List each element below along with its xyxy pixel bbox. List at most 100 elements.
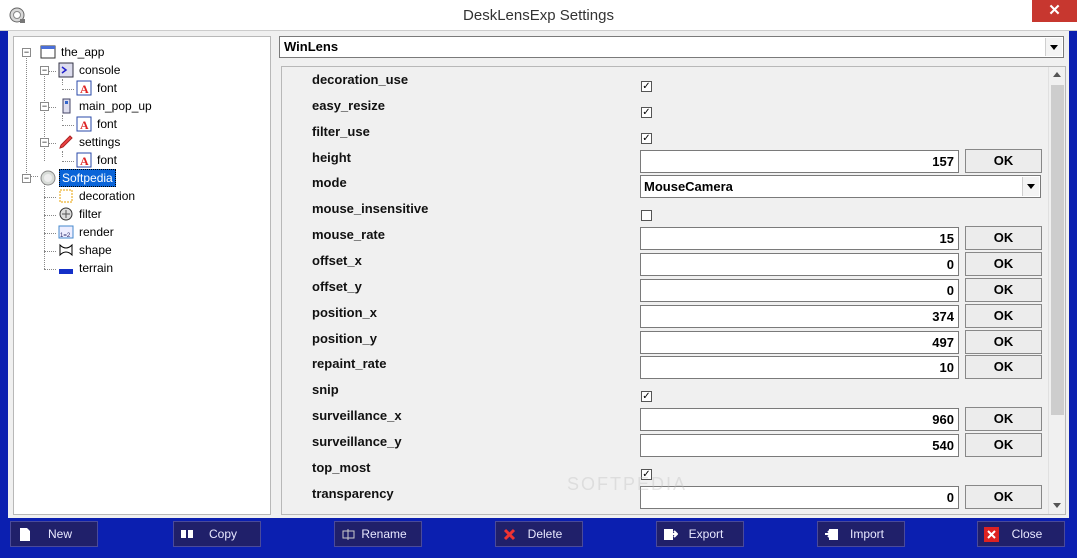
svg-text:1=2: 1=2: [60, 233, 71, 239]
close-button-label: Close: [1011, 527, 1043, 541]
import-icon: [825, 529, 838, 540]
tree-connector: [62, 151, 63, 157]
filter-icon: [59, 207, 73, 221]
tree-expander[interactable]: −: [40, 102, 49, 111]
property-checkbox[interactable]: ✓: [641, 132, 652, 144]
property-checkbox[interactable]: ✓: [641, 391, 652, 403]
tree-item-label: font: [97, 153, 118, 167]
property-name: mouse_rate: [312, 227, 385, 243]
chevron-down-icon[interactable]: [1022, 177, 1039, 197]
property-value-input[interactable]: 15: [640, 227, 959, 251]
ok-button[interactable]: OK: [965, 407, 1042, 432]
tree-expander[interactable]: −: [40, 138, 49, 147]
property-row-position-y: position_y 497 OK: [282, 329, 1048, 356]
property-row-offset-x: offset_x 0 OK: [282, 251, 1048, 278]
property-name: position_x: [312, 304, 378, 320]
scroll-down-icon[interactable]: [1053, 503, 1061, 508]
import-button[interactable]: Import: [817, 521, 905, 547]
tree-connector: [62, 125, 74, 126]
property-select-value: MouseCamera: [644, 179, 733, 195]
property-value-input[interactable]: 497: [640, 330, 959, 354]
svg-text:A: A: [80, 82, 89, 96]
class-select[interactable]: WinLens: [279, 36, 1064, 58]
property-value-input[interactable]: 0: [640, 252, 959, 276]
property-checkbox[interactable]: [641, 210, 652, 222]
ok-button[interactable]: OK: [965, 303, 1042, 328]
delete-button[interactable]: Delete: [495, 521, 583, 547]
delete-button-label: Delete: [527, 527, 563, 541]
scroll-up-icon[interactable]: [1053, 72, 1061, 77]
property-value-input[interactable]: 157: [640, 149, 959, 173]
new-button[interactable]: New: [10, 521, 98, 547]
font-icon: A: [76, 152, 92, 168]
tree-item[interactable]: console: [58, 61, 122, 79]
property-row-repaint-rate: repaint_rate 10 OK: [282, 355, 1048, 381]
tree-item[interactable]: filter: [58, 205, 104, 223]
property-name: mouse_insensitive: [312, 201, 429, 217]
tree-item[interactable]: settings: [58, 133, 122, 151]
tree-item[interactable]: terrain: [58, 259, 115, 277]
export-button[interactable]: Export: [656, 521, 744, 547]
export-icon: [664, 529, 678, 540]
close-button[interactable]: Close: [977, 521, 1065, 547]
tree-item-label: render: [79, 225, 114, 239]
property-value-input[interactable]: 10: [640, 356, 959, 380]
window-close-button[interactable]: ✕: [1032, 0, 1077, 22]
property-value-input[interactable]: 540: [640, 433, 959, 457]
import-button-label: Import: [849, 527, 884, 541]
tree-connector: [44, 197, 56, 198]
ok-button[interactable]: OK: [965, 329, 1042, 354]
export-button-label: Export: [688, 527, 724, 541]
tree-item-label: font: [97, 81, 118, 95]
property-checkbox[interactable]: ✓: [641, 81, 652, 92]
tree-expander[interactable]: −: [22, 174, 31, 183]
tree-item[interactable]: Afont: [76, 79, 119, 97]
scroll-thumb[interactable]: [1051, 85, 1064, 415]
ok-button[interactable]: OK: [965, 277, 1042, 302]
tree-connector: [62, 89, 74, 90]
tree-item[interactable]: Afont: [76, 115, 119, 133]
pen-icon: [59, 135, 73, 149]
rename-icon: [342, 529, 355, 540]
tree-item[interactable]: Softpedia: [40, 169, 116, 187]
client-area: − the_app − console Afont − main_pop_up Afont − s…: [8, 31, 1069, 518]
property-row-filter-use: filter_use ✓: [282, 123, 1048, 149]
settings-tree[interactable]: − the_app − console Afont − main_pop_up Afont − s…: [13, 36, 271, 515]
ok-button[interactable]: OK: [965, 355, 1042, 380]
property-checkbox[interactable]: ✓: [641, 106, 652, 118]
tree-item[interactable]: decoration: [58, 187, 137, 205]
tree-item[interactable]: main_pop_up: [58, 97, 154, 115]
properties-scrollbar[interactable]: [1048, 67, 1065, 514]
copy-button[interactable]: Copy: [173, 521, 261, 547]
property-value-input[interactable]: 960: [640, 408, 959, 432]
chevron-down-icon[interactable]: [1045, 38, 1062, 56]
tree-item-label: settings: [79, 135, 121, 149]
property-row-mode: mode MouseCamera: [282, 174, 1048, 200]
tree-item[interactable]: Afont: [76, 151, 119, 169]
watermark: SOFTPEDIA: [567, 474, 688, 494]
tree-expander[interactable]: −: [22, 48, 31, 57]
ok-button[interactable]: OK: [965, 226, 1042, 251]
property-value-input[interactable]: 0: [640, 485, 959, 509]
ok-button[interactable]: OK: [965, 484, 1042, 509]
ok-button[interactable]: OK: [965, 148, 1042, 173]
svg-text:A: A: [80, 154, 89, 168]
ok-button[interactable]: OK: [965, 251, 1042, 276]
tree-expander[interactable]: −: [40, 66, 49, 75]
render-icon: 1=2: [58, 225, 74, 239]
property-value-input[interactable]: 0: [640, 278, 959, 302]
tree-item[interactable]: the_app: [40, 43, 106, 61]
property-value-input[interactable]: 374: [640, 304, 959, 328]
property-row-mouse-insensitive: mouse_insensitive: [282, 200, 1048, 226]
delete-x-icon: [503, 528, 516, 541]
property-row-easy-resize: easy_resize ✓: [282, 97, 1048, 123]
ok-button[interactable]: OK: [965, 432, 1042, 457]
rename-button[interactable]: Rename: [334, 521, 422, 547]
property-row-height: height 157 OK: [282, 148, 1048, 175]
tree-item[interactable]: 1=2 render: [58, 223, 116, 241]
property-select[interactable]: MouseCamera: [640, 175, 1041, 199]
tree-connector: [44, 251, 56, 252]
terrain-icon: [59, 269, 73, 274]
tree-item[interactable]: shape: [58, 241, 114, 259]
property-row-snip: snip ✓: [282, 381, 1048, 407]
